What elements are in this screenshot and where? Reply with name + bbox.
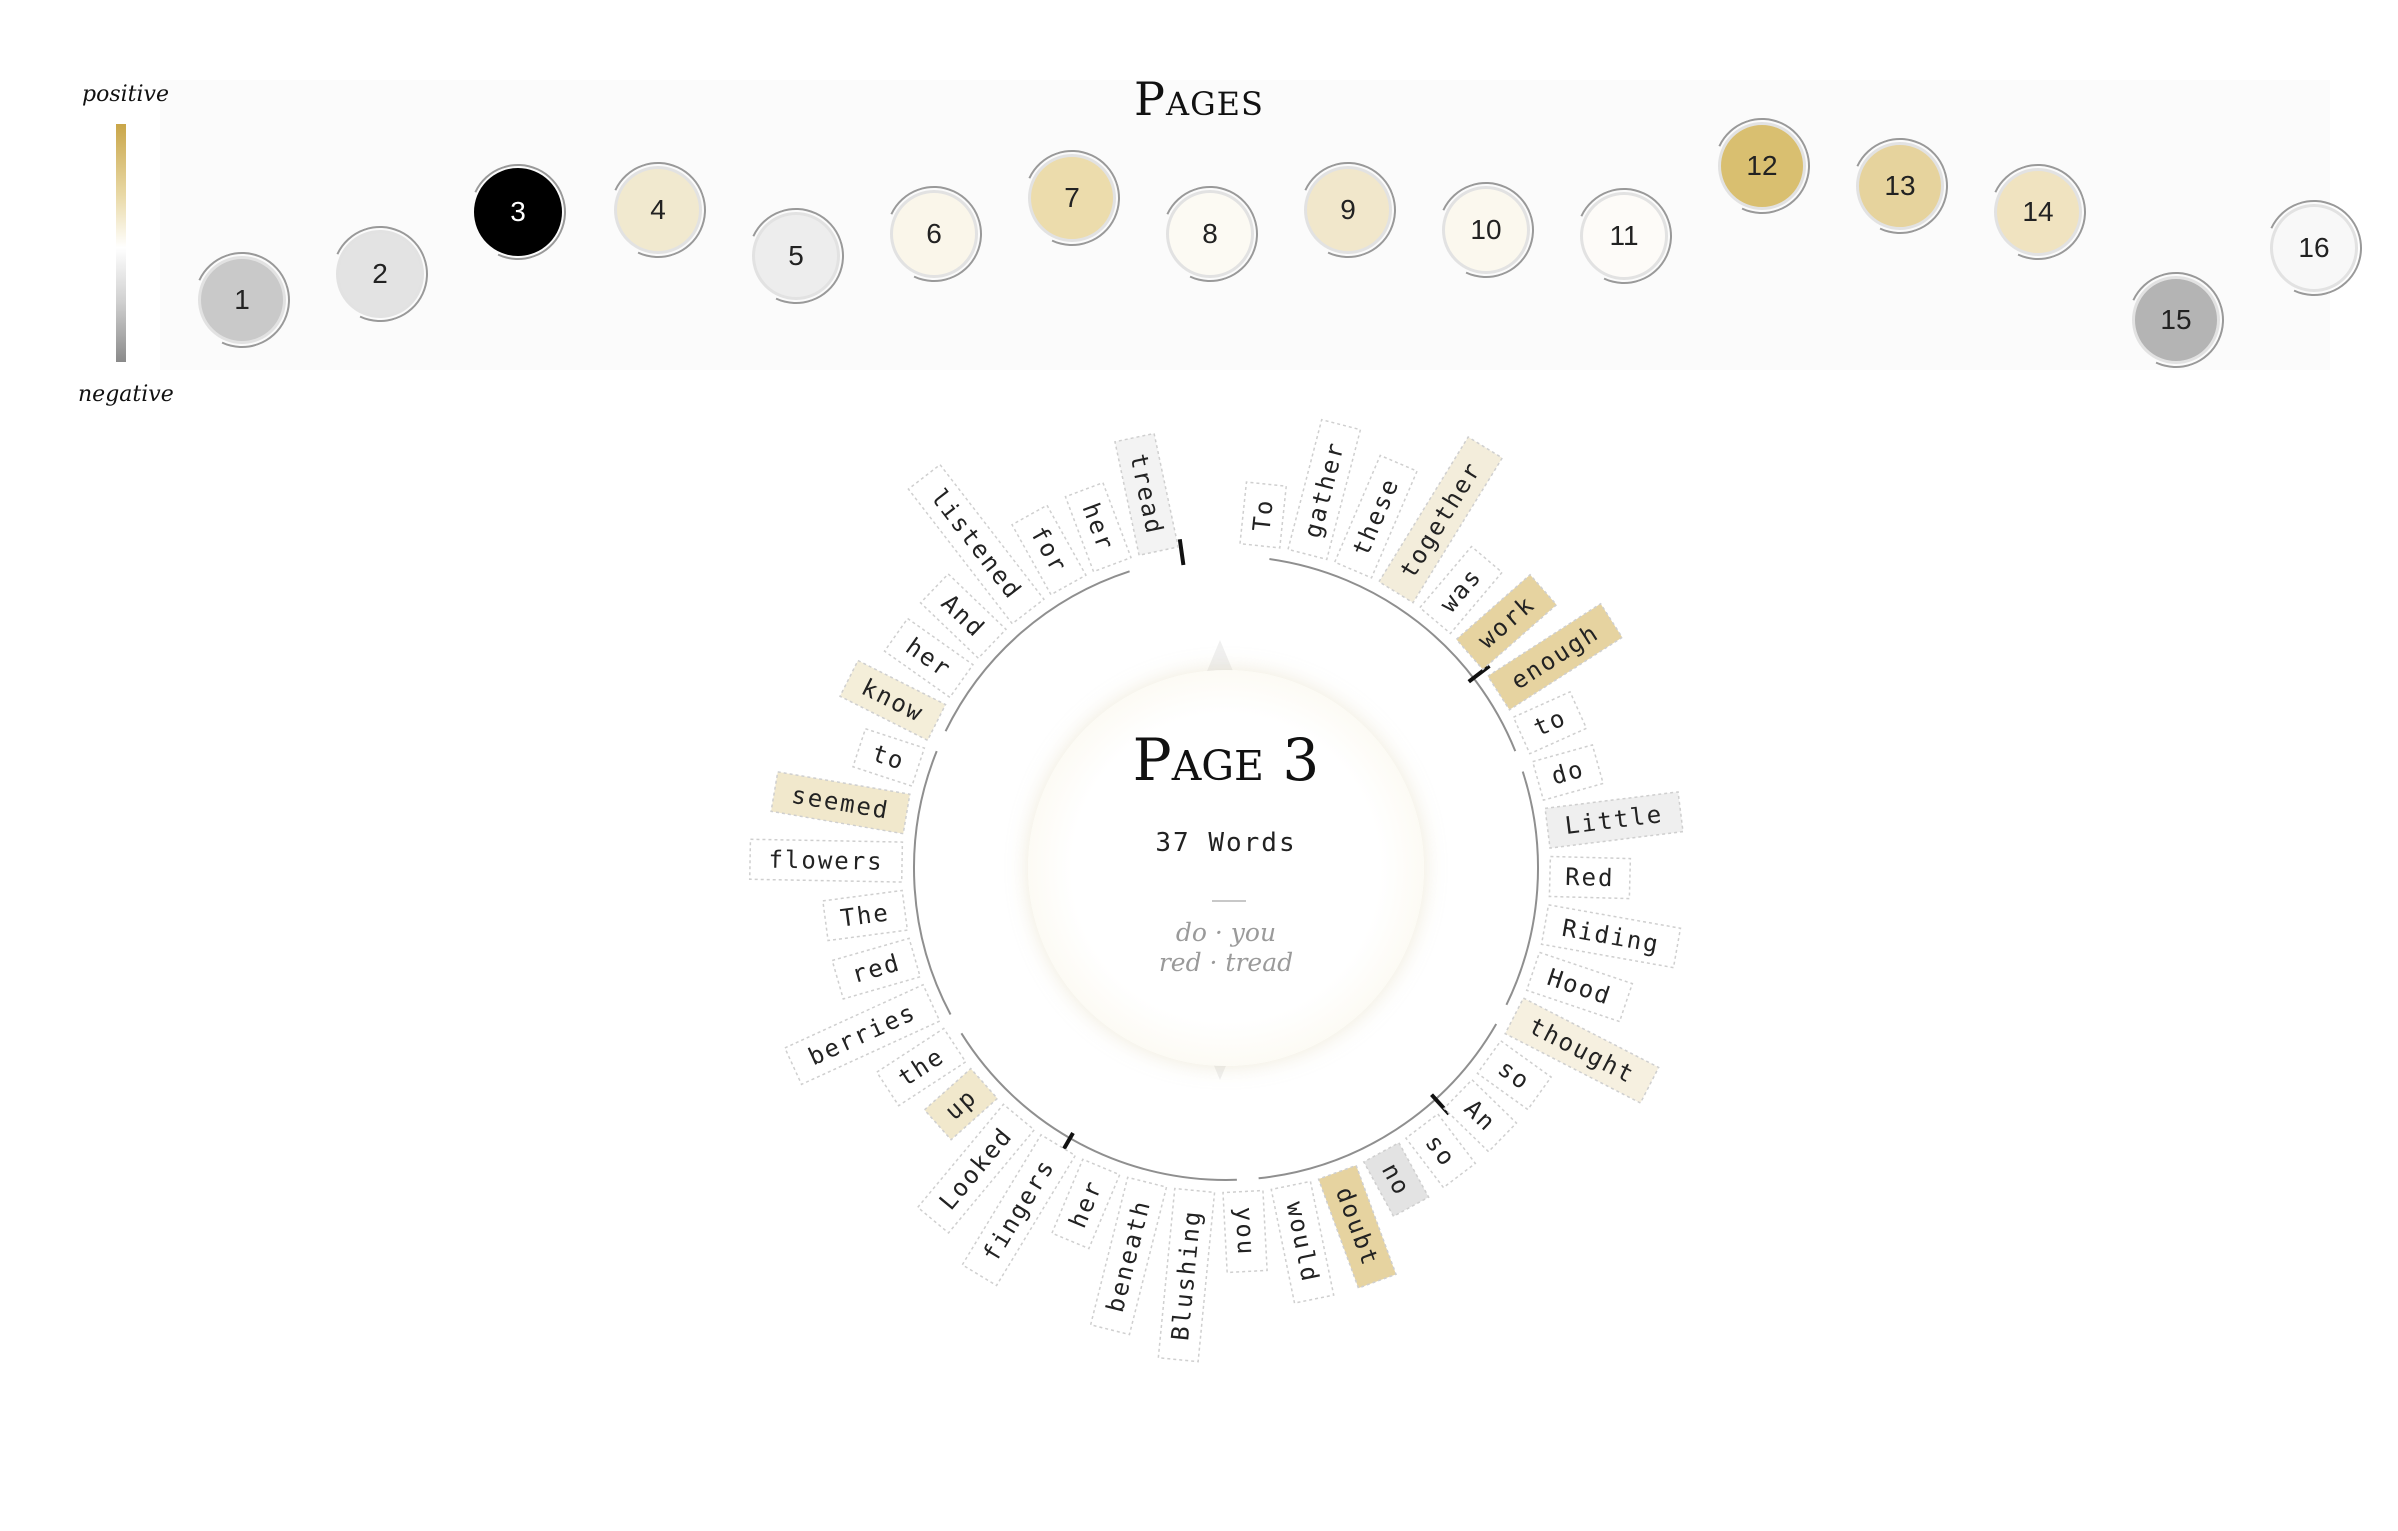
word-tile[interactable]: would	[1270, 1180, 1335, 1304]
word-tile-label: you	[1230, 1206, 1261, 1257]
word-tile-label: Red	[1565, 863, 1615, 892]
selected-page-title: Page 3	[1132, 726, 1320, 794]
word-tile[interactable]: do	[1531, 744, 1605, 802]
word-tile[interactable]: To	[1239, 481, 1288, 549]
word-tile[interactable]: The	[822, 889, 909, 942]
word-count: 37 Words	[1155, 828, 1297, 858]
word-tile[interactable]: tread	[1114, 432, 1180, 557]
rhyme-pair-2: red · tread	[1158, 948, 1294, 977]
word-tile[interactable]: flowers	[748, 838, 904, 883]
word-tile[interactable]: Blushing	[1157, 1187, 1216, 1363]
line-break-mark	[1430, 1093, 1451, 1116]
word-tile[interactable]: you	[1222, 1189, 1268, 1274]
word-tile[interactable]: to	[852, 727, 926, 788]
word-tile[interactable]: seemed	[770, 771, 911, 835]
center-divider	[1212, 900, 1246, 902]
word-tile[interactable]: to	[1512, 690, 1588, 755]
word-tile[interactable]: red	[831, 937, 922, 1000]
word-tile[interactable]: Riding	[1540, 903, 1682, 969]
word-tile[interactable]: Little	[1544, 791, 1684, 849]
line-break-mark	[1177, 538, 1186, 566]
line-break-mark	[1467, 664, 1491, 684]
rhyme-pair-1: do · you	[1175, 918, 1277, 947]
wheel-arc-segment	[1505, 771, 1539, 1006]
word-tile-label: To	[1247, 497, 1278, 533]
word-tile-label: flowers	[768, 846, 884, 876]
word-tile[interactable]: Red	[1548, 855, 1632, 900]
